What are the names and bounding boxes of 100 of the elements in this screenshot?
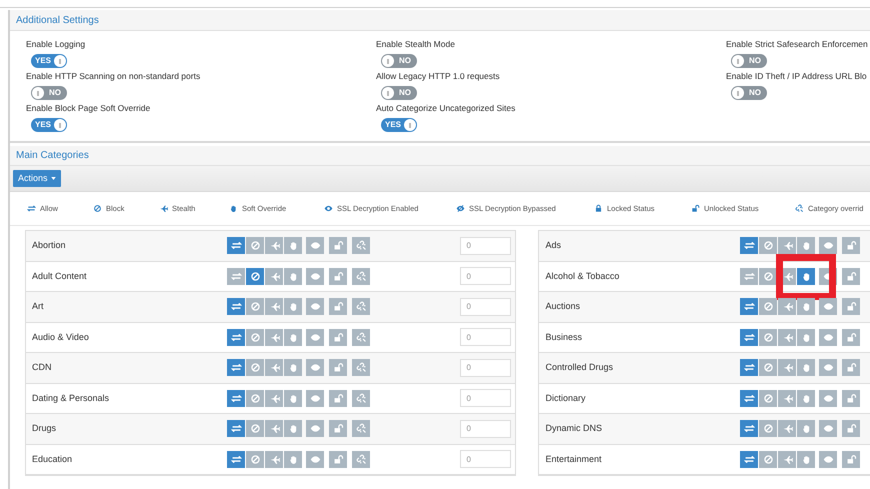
category-override-button[interactable]	[352, 420, 370, 438]
toggle-switch[interactable]: NO	[731, 54, 767, 68]
category-override-button[interactable]	[352, 268, 370, 285]
stealth-button[interactable]	[778, 450, 796, 468]
block-button[interactable]	[246, 450, 264, 468]
ssl-toggle-button[interactable]	[819, 359, 838, 376]
category-override-button[interactable]	[352, 298, 370, 316]
category-override-button[interactable]	[352, 237, 370, 254]
stealth-button[interactable]	[265, 450, 283, 468]
lock-toggle-button[interactable]	[329, 298, 347, 316]
allow-button[interactable]	[227, 359, 245, 376]
stealth-button[interactable]	[265, 268, 283, 285]
soft-override-button[interactable]	[797, 420, 816, 438]
actions-dropdown-button[interactable]: Actions	[13, 170, 61, 187]
block-button[interactable]	[759, 390, 778, 407]
lock-toggle-button[interactable]	[329, 268, 347, 285]
allow-button[interactable]	[740, 328, 758, 346]
ssl-toggle-button[interactable]	[306, 328, 324, 346]
toggle-switch[interactable]: YES	[31, 54, 67, 68]
block-button[interactable]	[759, 328, 778, 346]
allow-button[interactable]	[740, 450, 758, 468]
lock-toggle-button[interactable]	[842, 450, 860, 468]
lock-toggle-button[interactable]	[842, 237, 860, 254]
toggle-switch[interactable]: NO	[731, 86, 767, 100]
lock-toggle-button[interactable]	[329, 420, 347, 438]
allow-button[interactable]	[227, 237, 245, 254]
block-button[interactable]	[246, 420, 264, 438]
soft-override-button[interactable]	[797, 237, 816, 254]
soft-override-button[interactable]	[284, 268, 302, 285]
lock-toggle-button[interactable]	[842, 420, 860, 438]
block-button[interactable]	[246, 359, 264, 376]
toggle-switch[interactable]: YES	[381, 118, 417, 132]
block-button[interactable]	[246, 328, 264, 346]
soft-override-button[interactable]	[284, 328, 302, 346]
ssl-toggle-button[interactable]	[306, 420, 324, 438]
lock-toggle-button[interactable]	[842, 359, 860, 376]
soft-override-button[interactable]	[284, 450, 302, 468]
stealth-button[interactable]	[778, 237, 796, 254]
allow-button[interactable]	[740, 298, 758, 316]
block-button[interactable]	[246, 237, 264, 254]
lock-toggle-button[interactable]	[329, 328, 347, 346]
lock-toggle-button[interactable]	[842, 298, 860, 316]
lock-toggle-button[interactable]	[842, 268, 860, 285]
block-button[interactable]	[246, 390, 264, 407]
ssl-toggle-button[interactable]	[819, 328, 838, 346]
priority-input[interactable]: 0	[460, 328, 512, 346]
ssl-toggle-button[interactable]	[819, 390, 838, 407]
toggle-switch[interactable]: YES	[31, 118, 67, 132]
soft-override-button[interactable]	[797, 390, 816, 407]
block-button[interactable]	[759, 298, 778, 316]
ssl-toggle-button[interactable]	[819, 237, 838, 254]
priority-input[interactable]: 0	[460, 450, 512, 468]
priority-input[interactable]: 0	[460, 298, 512, 316]
stealth-button[interactable]	[265, 420, 283, 438]
priority-input[interactable]: 0	[460, 420, 512, 438]
ssl-toggle-button[interactable]	[819, 298, 838, 316]
ssl-toggle-button[interactable]	[306, 390, 324, 407]
category-override-button[interactable]	[352, 359, 370, 376]
soft-override-button[interactable]	[797, 298, 816, 316]
category-override-button[interactable]	[352, 450, 370, 468]
lock-toggle-button[interactable]	[329, 450, 347, 468]
priority-input[interactable]: 0	[460, 358, 512, 377]
allow-button[interactable]	[740, 268, 758, 285]
stealth-button[interactable]	[265, 390, 283, 407]
allow-button[interactable]	[227, 268, 245, 285]
soft-override-button[interactable]	[284, 390, 302, 407]
stealth-button[interactable]	[265, 237, 283, 254]
allow-button[interactable]	[227, 328, 245, 346]
allow-button[interactable]	[227, 420, 245, 438]
allow-button[interactable]	[740, 390, 758, 407]
stealth-button[interactable]	[778, 298, 796, 316]
ssl-toggle-button[interactable]	[306, 359, 324, 376]
category-override-button[interactable]	[352, 390, 370, 407]
toggle-switch[interactable]: NO	[31, 86, 67, 100]
lock-toggle-button[interactable]	[842, 390, 860, 407]
ssl-toggle-button[interactable]	[306, 268, 324, 285]
ssl-toggle-button[interactable]	[306, 450, 324, 468]
ssl-toggle-button[interactable]	[306, 298, 324, 316]
priority-input[interactable]: 0	[460, 267, 512, 286]
allow-button[interactable]	[227, 298, 245, 316]
block-button[interactable]	[759, 420, 778, 438]
ssl-toggle-button[interactable]	[819, 420, 838, 438]
allow-button[interactable]	[740, 237, 758, 254]
stealth-button[interactable]	[265, 328, 283, 346]
stealth-button[interactable]	[778, 420, 796, 438]
allow-button[interactable]	[227, 450, 245, 468]
block-button[interactable]	[246, 268, 264, 285]
soft-override-button[interactable]	[284, 298, 302, 316]
stealth-button[interactable]	[778, 390, 796, 407]
category-override-button[interactable]	[352, 328, 370, 346]
block-button[interactable]	[759, 268, 778, 285]
soft-override-button[interactable]	[797, 450, 816, 468]
toggle-switch[interactable]: NO	[381, 86, 417, 100]
block-button[interactable]	[759, 237, 778, 254]
soft-override-button[interactable]	[284, 359, 302, 376]
soft-override-button[interactable]	[797, 268, 816, 285]
block-button[interactable]	[759, 359, 778, 376]
lock-toggle-button[interactable]	[842, 328, 860, 346]
soft-override-button[interactable]	[797, 328, 816, 346]
stealth-button[interactable]	[778, 328, 796, 346]
